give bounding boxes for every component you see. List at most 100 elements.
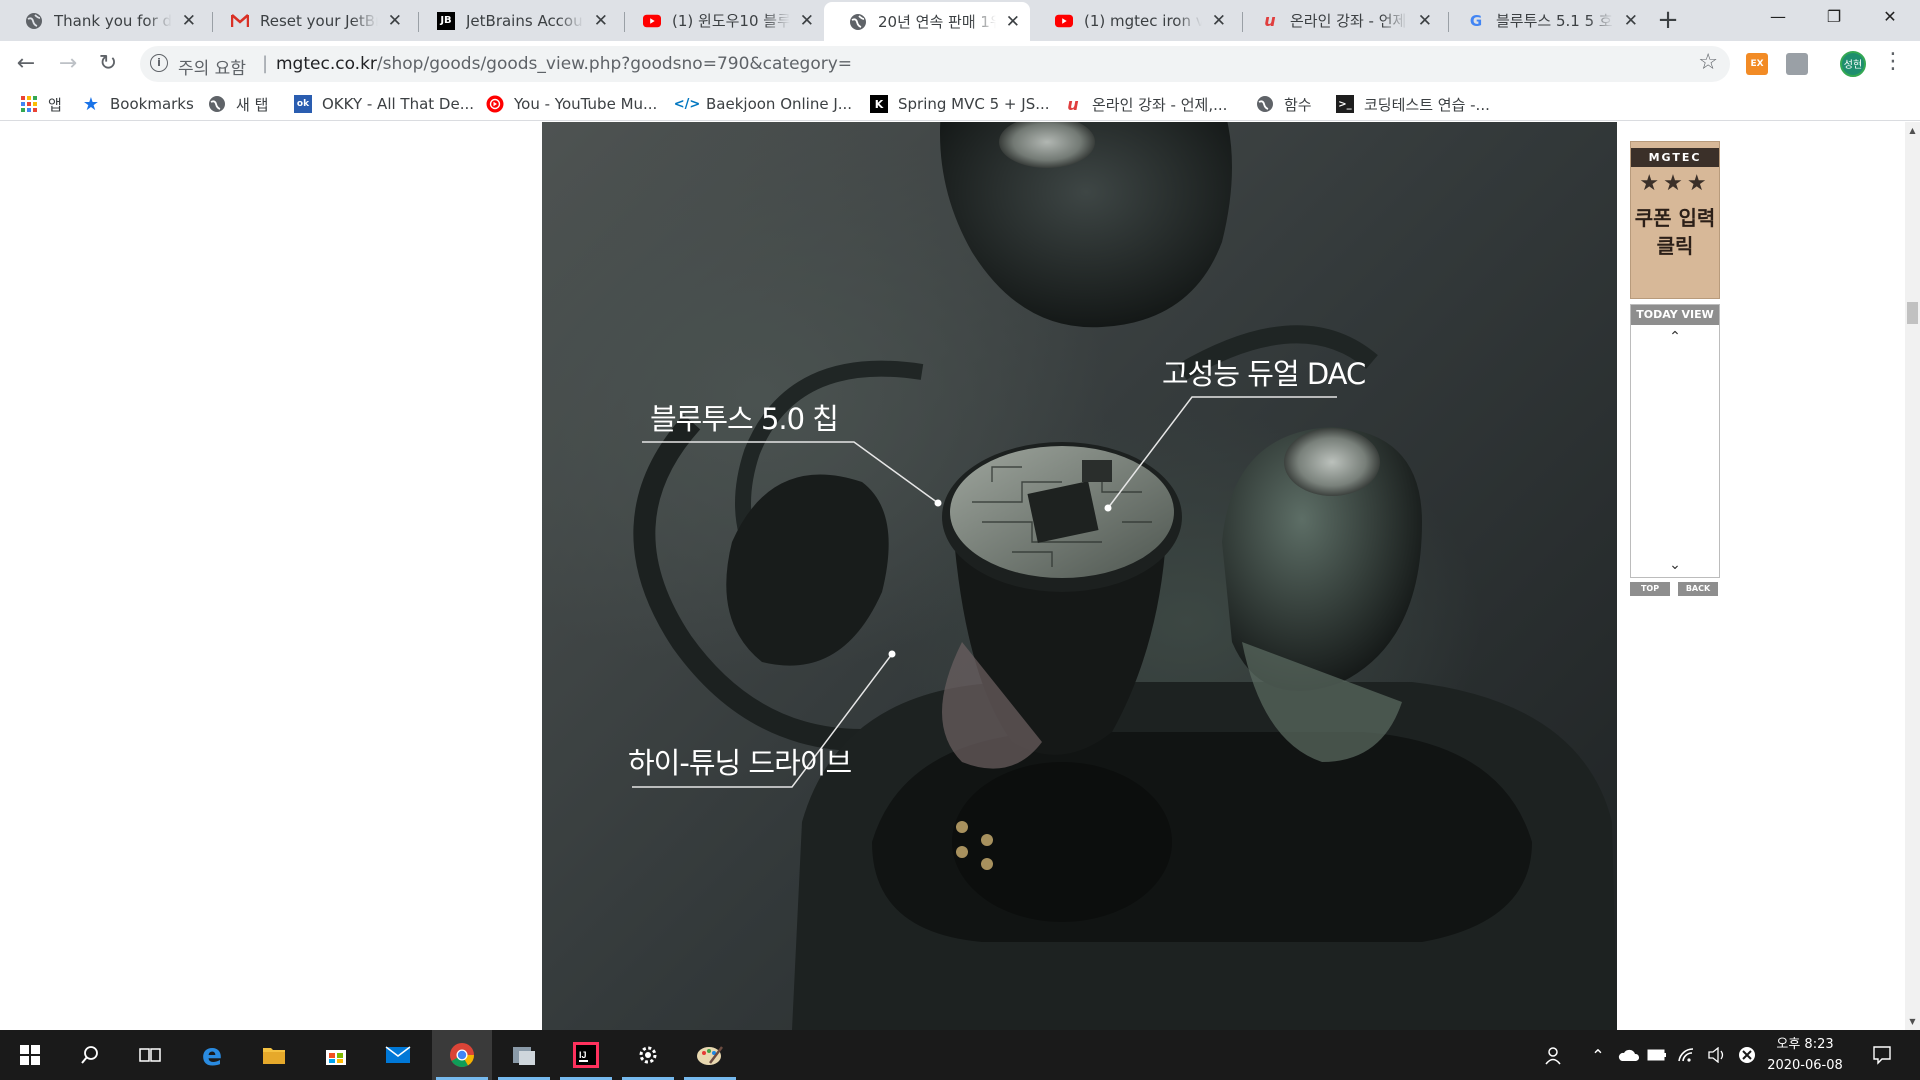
bookmark-item[interactable]: ok OKKY - All That De... [294,87,474,121]
scroll-down-arrow-icon[interactable]: ▼ [1905,1017,1920,1026]
minimize-button[interactable]: — [1748,0,1808,34]
vertical-scrollbar[interactable]: ▲ ▼ [1905,122,1920,1030]
chevron-up-icon[interactable]: ⌃ [1631,329,1719,345]
info-icon[interactable]: i [150,54,168,72]
coupon-brand: MGTEC [1631,148,1719,167]
close-tab-icon[interactable]: ✕ [182,11,196,31]
globe-icon [208,95,226,113]
clock-date: 2020-06-08 [1767,1058,1843,1073]
scrollbar-thumb[interactable] [1907,302,1918,324]
bookmark-item[interactable]: 새 탭 [208,87,268,121]
task-view-icon[interactable] [120,1030,180,1080]
close-tab-icon[interactable]: ✕ [388,11,402,31]
clock-time: 오후 8:23 [1776,1037,1834,1052]
browser-tab[interactable]: JB JetBrains Account ✕ [412,0,618,41]
today-view-title: TODAY VIEW [1631,305,1719,325]
scroll-up-arrow-icon[interactable]: ▲ [1905,126,1920,135]
coupon-text: 클릭 [1656,234,1694,258]
browser-toolbar: ← → ↻ i 주의 요함 | mgtec.co.kr/shop/goods/g… [0,41,1920,87]
extension-icon[interactable] [1786,53,1808,75]
browser-tab-active[interactable]: 20년 연속 판매 1위 ✕ [824,2,1030,41]
browser-tab[interactable]: (1) 윈도우10 블루투스 ✕ [618,0,824,41]
close-tab-icon[interactable]: ✕ [594,11,608,31]
forward-arrow-icon[interactable]: → [52,48,84,80]
bookmark-item[interactable]: u 온라인 강좌 - 언제,... [1064,87,1227,121]
bookmark-item[interactable]: </> Baekjoon Online J... [673,87,852,121]
wifi-icon[interactable] [1674,1030,1700,1080]
tab-strip: Thank you for downloading ✕ Reset your J… [0,0,1920,41]
bookmark-star-icon[interactable]: ☆ [1698,50,1718,75]
bookmark-item[interactable]: >_ 코딩테스트 연습 -... [1336,87,1490,121]
browser-tab[interactable]: (1) mgtec iron v50 ✕ [1030,0,1236,41]
search-icon[interactable] [60,1030,120,1080]
youtube-music-icon [486,95,504,113]
store-icon[interactable] [306,1030,366,1080]
windows-start-icon[interactable] [0,1030,60,1080]
close-tab-icon[interactable]: ✕ [1418,11,1432,31]
dual-dac-label: 고성능 듀얼 DAC [1162,357,1366,391]
back-button[interactable]: BACK [1678,582,1718,596]
app-icon[interactable] [494,1030,554,1080]
bookmark-item[interactable]: 앱 [20,87,62,121]
reload-icon[interactable]: ↻ [92,48,124,80]
driver-label: 하이-튜닝 드라이브 [628,746,852,780]
edge-icon[interactable]: e [182,1030,242,1080]
onedrive-icon[interactable] [1614,1030,1642,1080]
apps-grid-icon [20,95,38,113]
browser-tab[interactable]: Thank you for downloading ✕ [0,0,206,41]
people-icon[interactable] [1540,1030,1570,1080]
close-tab-icon[interactable]: ✕ [800,11,814,31]
bookmark-item[interactable]: You - YouTube Mu... [486,87,657,121]
bookmark-item[interactable]: ★ Bookmarks [82,87,194,121]
settings-icon[interactable] [618,1030,678,1080]
code-icon: </> [673,96,701,112]
browser-tab[interactable]: Reset your JetBrains ✕ [206,0,412,41]
jetbrains-icon: JB [437,11,455,30]
paint-icon[interactable] [680,1030,740,1080]
chrome-icon[interactable] [432,1030,492,1080]
address-bar[interactable]: i 주의 요함 | mgtec.co.kr/shop/goods/goods_v… [140,46,1730,82]
intellij-icon[interactable]: IJ [556,1030,616,1080]
ime-icon[interactable] [1734,1030,1760,1080]
action-center-icon[interactable] [1864,1030,1900,1080]
maximize-button[interactable]: ❐ [1804,0,1864,34]
new-tab-button[interactable]: + [1652,4,1684,36]
okky-icon: ok [294,95,312,113]
globe-icon [849,13,867,31]
url-text[interactable]: mgtec.co.kr/shop/goods/goods_view.php?go… [276,54,852,74]
today-view-panel: TODAY VIEW ⌃ ⌄ [1630,304,1720,578]
coupon-banner[interactable]: MGTEC ★★★ 쿠폰 입력 클릭 [1630,141,1720,299]
close-window-button[interactable]: ✕ [1860,0,1920,34]
file-explorer-icon[interactable] [244,1030,304,1080]
globe-icon [1256,95,1274,113]
mail-icon[interactable] [368,1030,428,1080]
volume-icon[interactable] [1704,1030,1730,1080]
youtube-icon [1055,12,1073,30]
browser-tab[interactable]: G 블루투스 5.1 5 호 ✕ [1442,0,1648,41]
windows-taskbar: e IJ ⌃ 오후 8:23 2020-06-08 [0,1030,1920,1080]
inflearn-icon: u [1067,94,1079,114]
chevron-up-icon[interactable]: ⌃ [1586,1030,1610,1080]
system-clock[interactable]: 오후 8:23 2020-06-08 [1760,1034,1850,1076]
back-arrow-icon[interactable]: ← [10,48,42,80]
chevron-down-icon[interactable]: ⌄ [1631,557,1719,573]
google-icon: G [1469,11,1483,30]
close-tab-icon[interactable]: ✕ [1006,12,1020,32]
more-menu-icon[interactable]: ⋮ [1882,49,1904,74]
bookmark-item[interactable]: K Spring MVC 5 + JS... [870,87,1050,121]
star-icon: ★ [82,93,100,115]
page-content: 블루투스 5.0 칩 고성능 듀얼 DAC 하이-튜닝 드라이브 MGTEC ★… [0,122,1905,1030]
bookmark-item[interactable]: 함수 [1256,87,1312,121]
top-button[interactable]: TOP [1630,582,1670,596]
browser-tab[interactable]: u 온라인 강좌 - 언제 ✕ [1236,0,1442,41]
battery-icon[interactable] [1644,1030,1670,1080]
close-tab-icon[interactable]: ✕ [1212,11,1226,31]
product-image: 블루투스 5.0 칩 고성능 듀얼 DAC 하이-튜닝 드라이브 [542,122,1617,1030]
gmail-icon [231,12,249,30]
profile-avatar[interactable]: 성현 [1840,51,1866,77]
security-warning-label[interactable]: 주의 요함 [178,54,246,79]
close-tab-icon[interactable]: ✕ [1624,11,1638,31]
youtube-icon [643,12,661,30]
bookmarks-bar: 앱 ★ Bookmarks 새 탭 ok OKKY - All That De.… [0,87,1920,121]
extension-ex-icon[interactable]: EX [1746,53,1768,75]
